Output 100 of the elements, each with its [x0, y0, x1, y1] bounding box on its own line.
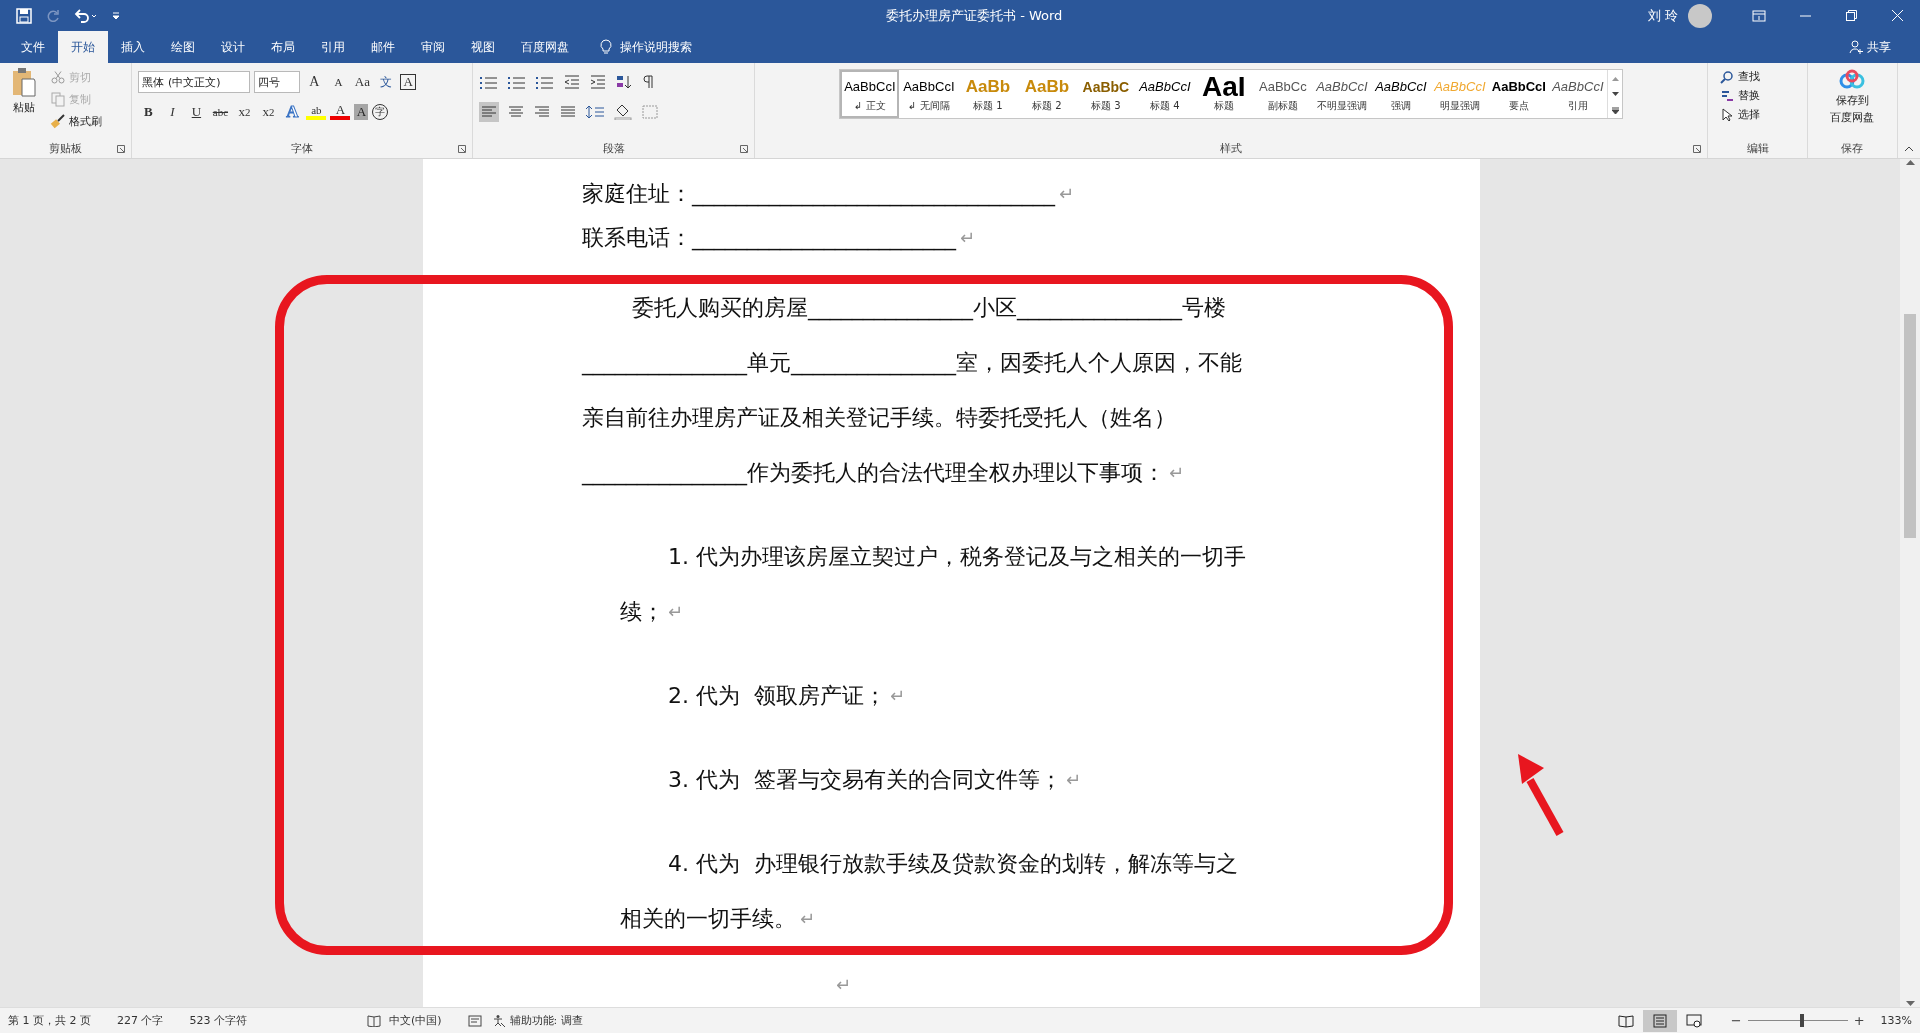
font-tool-button[interactable]: abc — [210, 101, 231, 123]
increase-indent-icon[interactable] — [588, 74, 607, 90]
share-button[interactable]: 共享 — [1836, 31, 1904, 63]
close-icon[interactable] — [1891, 10, 1903, 21]
ribbon-tab[interactable]: 绘图 — [158, 31, 208, 63]
launcher-icon[interactable] — [457, 145, 466, 153]
decrease-indent-icon[interactable] — [562, 74, 581, 90]
style-option[interactable]: AaBbCcI ↲ 正文 — [840, 70, 900, 118]
customize-caret-icon[interactable] — [112, 11, 120, 20]
avatar-icon[interactable] — [1688, 3, 1712, 28]
pilcrow-icon[interactable] — [640, 74, 655, 90]
paragraph-mark: ↵ — [1066, 768, 1082, 792]
paragraph-mark: ↵ — [668, 600, 684, 624]
expand-gallery-icon[interactable] — [1611, 106, 1619, 114]
justify-icon[interactable] — [558, 104, 577, 120]
clipboard-button[interactable]: 格式刷 — [48, 111, 112, 131]
align-center-icon[interactable] — [506, 104, 525, 120]
paragraph-mark: ↵ — [960, 226, 976, 250]
track-changes-icon[interactable] — [467, 1014, 482, 1027]
zoom-out-button[interactable]: − — [1730, 1013, 1742, 1028]
ribbon-tab[interactable]: 视图 — [458, 31, 508, 63]
font-tool-button[interactable]: U — [186, 101, 207, 123]
restore-icon[interactable] — [1845, 10, 1857, 21]
view-button[interactable] — [1642, 1009, 1677, 1032]
font-size-field[interactable]: 四号 — [254, 71, 301, 93]
scroll-up-icon[interactable] — [1611, 75, 1619, 81]
style-option[interactable]: AaBbC 标题 3 — [1076, 70, 1136, 118]
word-count[interactable]: 227 个字 — [117, 1013, 164, 1028]
zoom-slider-thumb[interactable] — [1799, 1014, 1804, 1027]
align-right-icon[interactable] — [532, 104, 551, 120]
editing-button[interactable]: 选择 — [1714, 105, 1767, 124]
font-tool-button[interactable]: 文 — [376, 71, 397, 93]
style-option[interactable]: AaBbCcI 明显强调 — [1430, 70, 1490, 118]
accessibility-icon[interactable] — [491, 1014, 506, 1027]
minimize-icon[interactable] — [1799, 14, 1811, 17]
line-spacing-icon[interactable] — [584, 104, 605, 120]
book-icon[interactable] — [1617, 1013, 1634, 1028]
document-text-line: 联系电话：________________________ — [582, 224, 956, 253]
editing-button[interactable]: 替换 — [1714, 86, 1767, 105]
editing-button[interactable]: 查找 — [1714, 67, 1767, 86]
vertical-scrollbar[interactable] — [1900, 159, 1920, 1007]
launcher-icon[interactable] — [740, 145, 749, 153]
style-option[interactable]: AaBbCcI 不明显强调 — [1312, 70, 1372, 118]
paragraph-mark: ↵ — [1169, 461, 1185, 485]
paste-button[interactable]: 粘贴 — [6, 67, 42, 141]
ribbon-tab[interactable]: 邮件 — [358, 31, 408, 63]
font-tool-button[interactable]: A — [400, 74, 416, 90]
save-icon[interactable] — [16, 7, 32, 24]
ribbon-display-icon[interactable] — [1752, 9, 1766, 22]
scroll-down-icon[interactable] — [1611, 91, 1619, 97]
scrollbar-thumb[interactable] — [1904, 314, 1916, 538]
style-option[interactable]: AaBb 标题 2 — [1017, 70, 1077, 118]
accessibility-status[interactable]: 辅助功能: 调查 — [509, 1013, 583, 1028]
ribbon-tab[interactable]: 文件 — [8, 31, 58, 63]
page-layout-icon[interactable] — [1651, 1013, 1668, 1028]
ribbon-tab[interactable]: 插入 — [108, 31, 158, 63]
ribbon-tab[interactable]: 百度网盘 — [508, 31, 582, 63]
paragraph-mark: ↵ — [890, 684, 906, 708]
ribbon-tab[interactable]: 布局 — [258, 31, 308, 63]
align-left-icon[interactable] — [478, 102, 499, 122]
style-option[interactable]: AaBbCcI 引用 — [1548, 70, 1608, 118]
collapse-ribbon-icon[interactable] — [1904, 146, 1914, 152]
cloud-icon — [1838, 69, 1867, 91]
paint-bucket-icon[interactable] — [612, 104, 633, 120]
document-text-line: _______________作为委托人的合法代理全权办理以下事项： — [582, 459, 1165, 488]
font-tool-button[interactable]: ab — [306, 104, 327, 120]
web-layout-icon[interactable] — [1685, 1013, 1702, 1028]
style-option[interactable]: AaBbCcI 标题 4 — [1135, 70, 1195, 118]
style-option[interactable]: AaBbCcI 要点 — [1489, 70, 1549, 118]
font-tool-button[interactable]: A — [328, 71, 349, 93]
font-tool-button[interactable]: Aa — [352, 71, 373, 93]
save-to-cloud-button[interactable]: 保存到 百度网盘 — [1826, 67, 1879, 141]
style-option[interactable]: AaBbCc 副标题 — [1253, 70, 1313, 118]
launcher-icon[interactable] — [117, 145, 126, 153]
font-tool-button[interactable]: A — [304, 71, 325, 93]
font-tool-button[interactable]: A — [354, 104, 369, 120]
style-option[interactable]: AaBbCcI ↲ 无间隔 — [899, 70, 959, 118]
ribbon-tab[interactable]: 审阅 — [408, 31, 458, 63]
style-option[interactable]: AaBbCcI 强调 — [1371, 70, 1431, 118]
bullets-icon[interactable] — [478, 74, 499, 90]
ribbon-tab[interactable]: 开始 — [58, 31, 108, 63]
font-tool-button[interactable]: I — [162, 101, 183, 123]
style-option[interactable]: AaI 标题 — [1194, 70, 1254, 118]
document-text-line: 相关的一切手续。 — [620, 905, 796, 933]
proofing-book-icon[interactable] — [367, 1014, 381, 1027]
group-label: 保存 — [1841, 142, 1864, 155]
font-tool-button[interactable]: B — [138, 101, 159, 123]
language-indicator[interactable]: 中文(中国) — [389, 1013, 442, 1028]
zoom-in-button[interactable]: + — [1853, 1013, 1865, 1028]
style-option[interactable]: AaBb 标题 1 — [958, 70, 1018, 118]
font-tool-button[interactable]: A — [330, 104, 351, 120]
ribbon-tab[interactable]: 设计 — [208, 31, 258, 63]
sort-icon[interactable] — [614, 74, 633, 90]
launcher-icon[interactable] — [1693, 145, 1702, 153]
page-count[interactable]: 第 1 页，共 2 页 — [8, 1013, 91, 1028]
undo-icon[interactable] — [74, 8, 98, 23]
tell-me-search[interactable]: 操作说明搜索 — [620, 38, 692, 56]
font-name-field[interactable]: 黑体 (中文正文) — [138, 71, 251, 93]
zoom-level[interactable]: 133% — [1880, 1014, 1912, 1027]
ribbon-tab[interactable]: 引用 — [308, 31, 358, 63]
